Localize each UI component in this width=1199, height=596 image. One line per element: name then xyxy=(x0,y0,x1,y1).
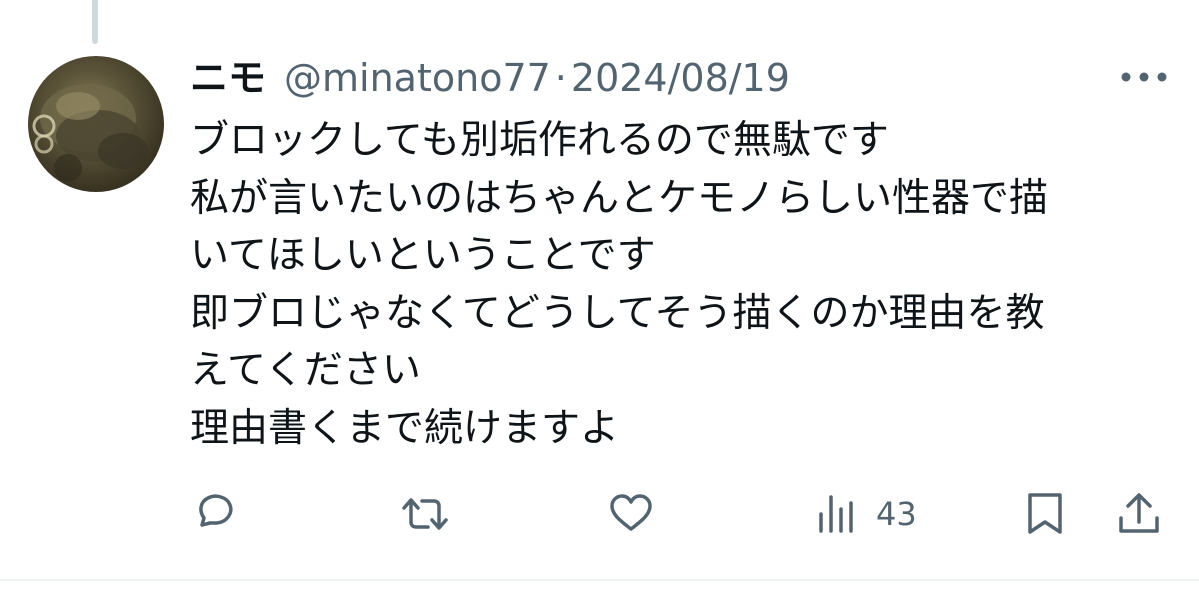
retweet-button[interactable] xyxy=(398,488,452,540)
tweet-text: ブロックしても別垢作れるので無駄です 私が言いたいのはちゃんとケモノらしい性器で… xyxy=(190,112,1170,457)
views-count: 43 xyxy=(876,495,917,533)
tweet-text-line: 即ブロじゃなくてどうしてそう描くのか理由を教 xyxy=(190,290,1045,336)
reply-icon xyxy=(199,494,233,527)
avatar[interactable] xyxy=(28,56,164,192)
tweet-text-line: 私が言いたいのはちゃんとケモノらしい性器で描 xyxy=(190,175,1049,221)
tweet-text-line: えてください xyxy=(190,348,421,393)
views-icon xyxy=(819,495,853,533)
thread-connector-line xyxy=(92,0,98,44)
views-button[interactable]: 43 xyxy=(814,488,917,540)
avatar-image xyxy=(32,84,148,182)
user-handle[interactable]: @minatono77 xyxy=(284,56,551,100)
tweet-text-line: ブロックしても別垢作れるので無駄です xyxy=(190,118,889,163)
bookmark-button[interactable] xyxy=(1022,488,1068,540)
header-separator: · xyxy=(554,56,567,100)
display-name[interactable]: ニモ xyxy=(190,56,266,100)
tweet-text-line: いてほしいということです xyxy=(190,233,656,278)
retweet-icon xyxy=(402,498,448,530)
more-dots-icon xyxy=(1121,72,1167,82)
share-button[interactable] xyxy=(1114,488,1164,540)
bookmark-icon xyxy=(1028,493,1062,534)
tweet-date[interactable]: 2024/08/19 xyxy=(571,56,790,100)
more-options-button[interactable] xyxy=(1118,62,1170,92)
heart-icon xyxy=(610,494,652,531)
tweet-text-line: 理由書くまで続けますよ xyxy=(190,405,620,451)
reply-button[interactable] xyxy=(190,488,240,540)
tweet-divider xyxy=(0,579,1199,581)
tweet-header: ニモ @minatono77 · 2024/08/19 xyxy=(190,56,790,100)
like-button[interactable] xyxy=(606,488,656,540)
share-icon xyxy=(1119,493,1159,533)
